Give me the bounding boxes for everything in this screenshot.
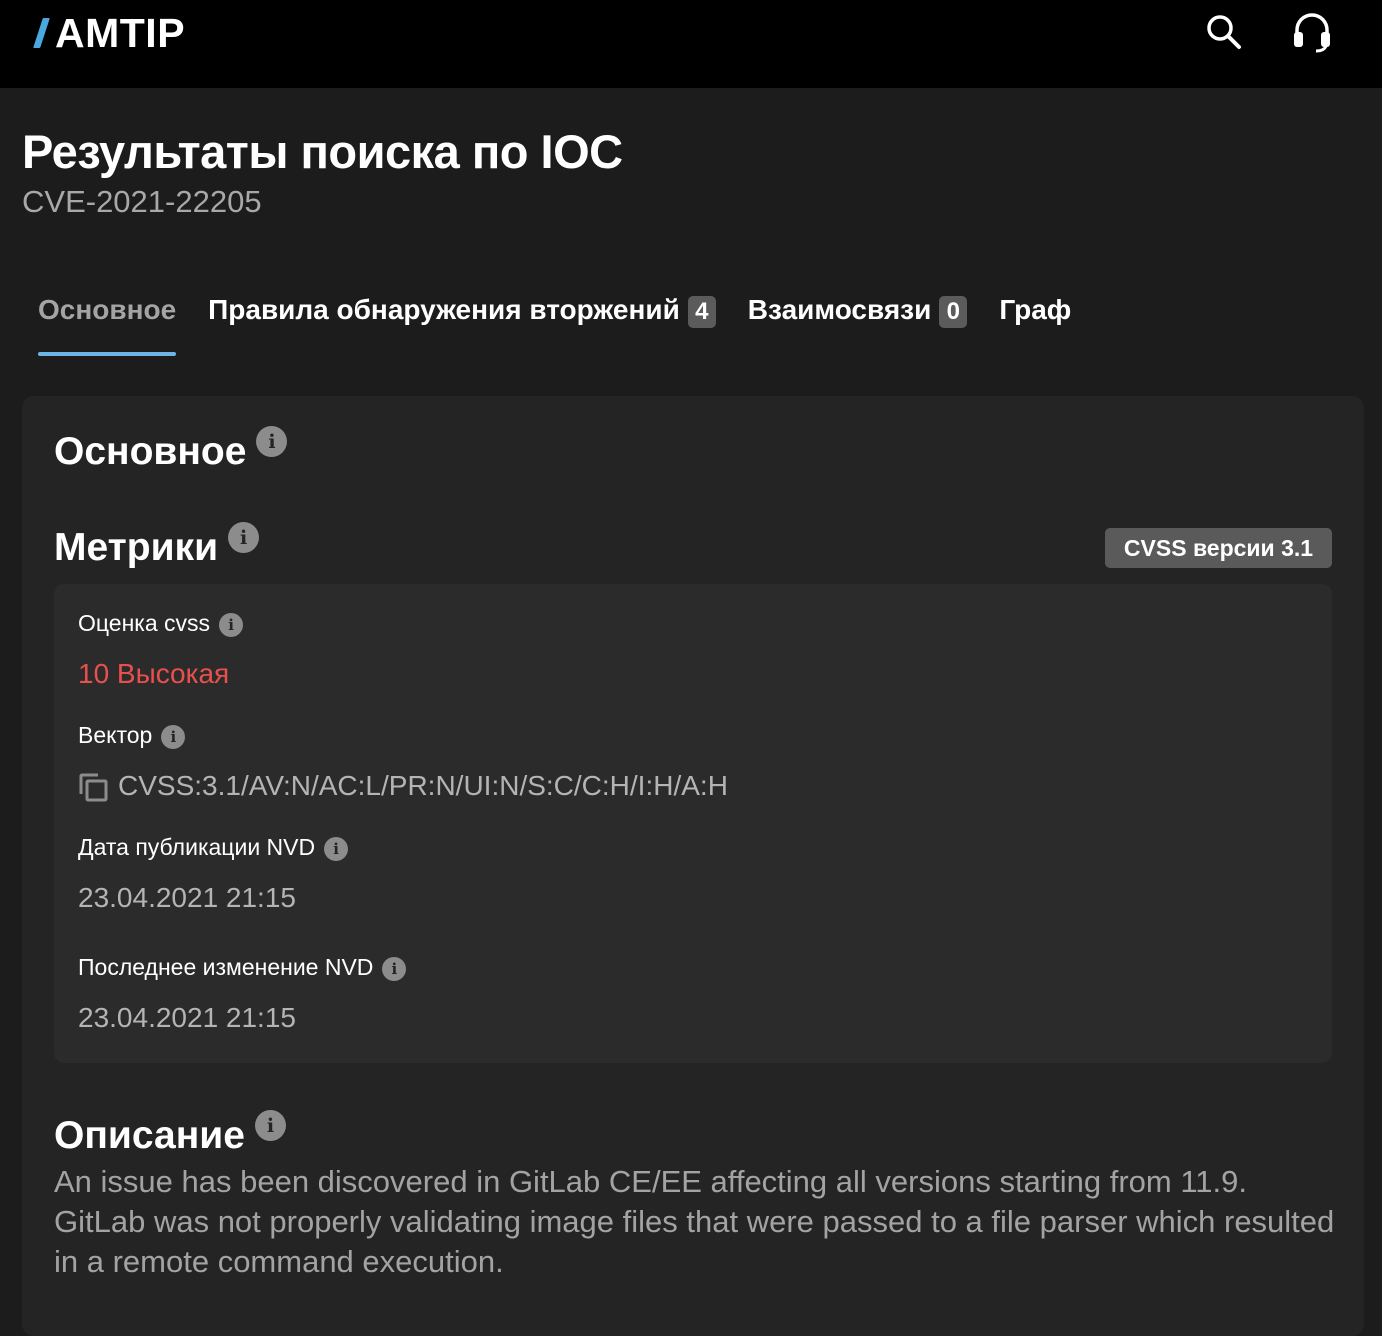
description-heading: Описание i — [54, 1110, 286, 1158]
modified-label: Последнее изменение NVD i — [78, 954, 407, 981]
info-icon[interactable]: i — [256, 426, 288, 457]
tab-overview-label: Основное — [38, 294, 177, 325]
published-value: 23.04.2021 21:15 — [78, 882, 296, 913]
page-title: Результаты поиска по IOC — [22, 125, 623, 178]
overview-heading-text: Основное — [54, 430, 247, 473]
vector-label: Вектор i — [78, 722, 186, 749]
description-text: An issue has been discovered in GitLab C… — [54, 1164, 1335, 1279]
copy-icon[interactable] — [78, 772, 110, 804]
logo-text: AMTIP — [55, 9, 186, 56]
metrics-card: Оценка cvss i 10 Высокая Вектор i CVSS:3… — [54, 584, 1332, 1063]
tab-ids-rules[interactable]: Правила обнаружения вторжений 4 — [208, 290, 716, 356]
tab-overview[interactable]: Основное — [38, 290, 177, 356]
logo[interactable]: AMTIP — [33, 8, 186, 58]
vector-value[interactable]: CVSS:3.1/AV:N/AC:L/PR:N/UI:N/S:C/C:H/I:H… — [118, 770, 728, 802]
info-icon[interactable]: i — [324, 837, 349, 861]
search-icon[interactable] — [1202, 10, 1246, 54]
metrics-heading: Метрики i — [54, 522, 260, 570]
modified-label-text: Последнее изменение NVD — [78, 954, 374, 980]
tab-graph-label: Граф — [999, 294, 1072, 325]
info-icon[interactable]: i — [219, 613, 244, 637]
info-icon[interactable]: i — [254, 1110, 286, 1141]
tab-relations-count: 0 — [939, 296, 968, 328]
tab-relations[interactable]: Взаимосвязи 0 — [748, 290, 968, 356]
tab-bar: Основное Правила обнаружения вторжений 4… — [38, 290, 1103, 358]
cvss-score-value: 10 Высокая — [78, 658, 230, 689]
published-label-text: Дата публикации NVD — [78, 834, 316, 860]
metrics-heading-text: Метрики — [54, 526, 219, 569]
published-label: Дата публикации NVD i — [78, 834, 349, 861]
description-heading-text: Описание — [54, 1114, 245, 1157]
info-icon[interactable]: i — [382, 957, 407, 981]
logo-slash-mark — [33, 18, 50, 48]
cvss-score-label: Оценка cvss i — [78, 610, 244, 637]
info-icon[interactable]: i — [228, 522, 260, 553]
tab-relations-label: Взаимосвязи — [747, 294, 932, 325]
tab-ids-rules-label: Правила обнаружения вторжений — [208, 294, 680, 325]
info-icon[interactable]: i — [161, 725, 186, 749]
top-bar: AMTIP — [0, 0, 1382, 88]
page-subtitle: CVE-2021-22205 — [22, 184, 262, 219]
tab-graph[interactable]: Граф — [999, 290, 1071, 356]
overview-panel: Основное i Метрики i CVSS версии 3.1 Оце… — [22, 396, 1364, 1336]
vector-label-text: Вектор — [78, 722, 153, 748]
cvss-score-label-text: Оценка cvss — [78, 610, 211, 636]
cvss-version-badge: CVSS версии 3.1 — [1105, 528, 1332, 568]
headset-icon[interactable] — [1290, 10, 1334, 54]
overview-heading: Основное i — [54, 426, 288, 474]
modified-value: 23.04.2021 21:15 — [78, 1002, 296, 1033]
tab-ids-rules-count: 4 — [687, 296, 716, 328]
